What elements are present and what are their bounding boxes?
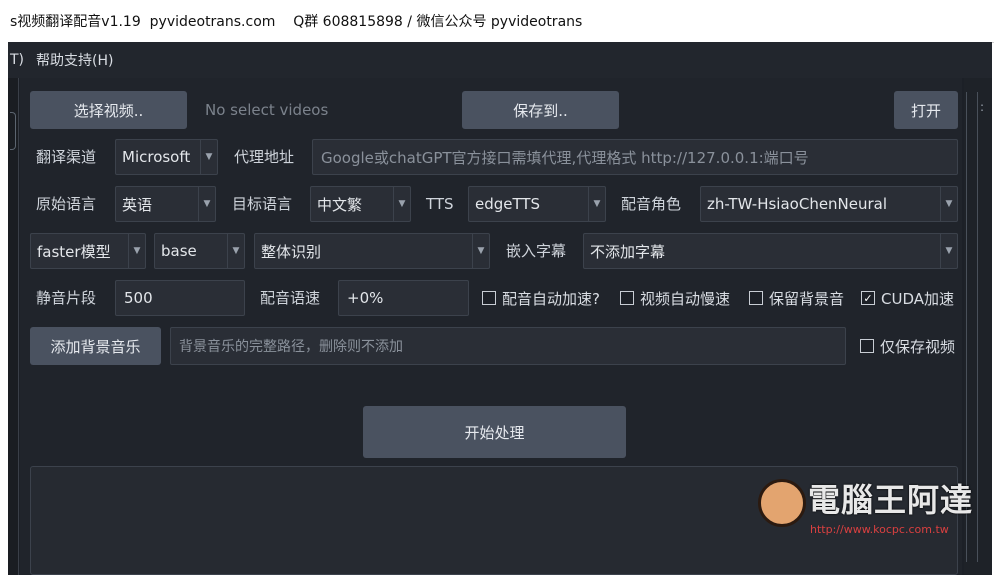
- bg-music-path-input[interactable]: 背景音乐的完整路径，删除则不添加: [170, 327, 846, 365]
- model-select[interactable]: base ▼: [154, 233, 245, 269]
- menu-bar: T) 帮助支持(H): [8, 42, 992, 78]
- chevron-down-icon: ▼: [128, 234, 145, 268]
- translate-channel-select[interactable]: Microsoft ▼: [115, 139, 218, 175]
- target-language-label: 目标语言: [232, 195, 293, 213]
- chevron-down-icon: ▼: [940, 187, 957, 221]
- recognition-mode-value: 整体识别: [261, 242, 322, 261]
- proxy-label: 代理地址: [234, 148, 295, 166]
- app-window: s视频翻译配音v1.19 pyvideotrans.com Q群 6088158…: [8, 0, 994, 583]
- checkbox-box[interactable]: [749, 291, 763, 305]
- keep-bg-label: 保留背景音: [769, 289, 845, 308]
- only-save-video-checkbox[interactable]: 仅保存视频: [860, 328, 955, 364]
- watermark-url: http://www.kocpc.com.tw: [810, 523, 949, 536]
- left-panel-tab[interactable]: [10, 112, 16, 150]
- window-title: s视频翻译配音v1.19 pyvideotrans.com Q群 6088158…: [10, 14, 583, 30]
- model-type-select[interactable]: faster模型 ▼: [30, 233, 146, 269]
- menu-item-help[interactable]: 帮助支持(H): [34, 50, 113, 70]
- source-language-value: 英语: [122, 195, 153, 214]
- voice-role-value: zh-TW-HsiaoChenNeural: [707, 195, 888, 213]
- auto-speedup-label: 配音自动加速?: [502, 289, 600, 308]
- start-processing-button[interactable]: 开始处理: [363, 406, 626, 458]
- silence-label: 静音片段: [36, 289, 97, 307]
- menu-item-partial[interactable]: T): [8, 52, 24, 68]
- watermark-title: 電腦王阿達: [808, 481, 974, 519]
- recognition-mode-select[interactable]: 整体识别 ▼: [254, 233, 490, 269]
- chevron-down-icon: ▼: [198, 187, 215, 221]
- voice-rate-label: 配音语速: [260, 289, 321, 307]
- window-title-bar: s视频翻译配音v1.19 pyvideotrans.com Q群 6088158…: [8, 0, 994, 43]
- mascot-face-icon: [758, 479, 806, 527]
- chevron-down-icon: ▼: [227, 234, 244, 268]
- checkbox-box[interactable]: [860, 339, 874, 353]
- source-language-select[interactable]: 英语 ▼: [115, 186, 216, 222]
- save-to-button[interactable]: 保存到..: [462, 91, 619, 129]
- cuda-checkbox[interactable]: ✓ CUDA加速: [861, 280, 954, 316]
- checkmark-icon[interactable]: ✓: [861, 291, 875, 305]
- model-value: base: [161, 242, 197, 260]
- left-collapsed-panel: [8, 78, 19, 575]
- chevron-down-icon: ▼: [588, 187, 605, 221]
- no-video-status: No select videos: [205, 101, 329, 119]
- embed-subtitle-select[interactable]: 不添加字幕 ▼: [583, 233, 958, 269]
- chevron-down-icon: ▼: [940, 234, 957, 268]
- watermark-logo: 電腦王阿達 http://www.kocpc.com.tw: [748, 475, 988, 547]
- target-language-select[interactable]: 中文繁 ▼: [310, 186, 411, 222]
- auto-speedup-checkbox[interactable]: 配音自动加速?: [482, 280, 600, 316]
- panel-edge-glyph: :: [980, 100, 985, 114]
- translate-channel-label: 翻译渠道: [36, 148, 97, 166]
- translate-channel-value: Microsoft: [122, 148, 191, 166]
- proxy-input[interactable]: Google或chatGPT官方接口需填代理,代理格式 http://127.0…: [312, 139, 958, 175]
- embed-subtitle-value: 不添加字幕: [590, 242, 666, 261]
- model-type-value: faster模型: [37, 242, 111, 261]
- embed-subtitle-label: 嵌入字幕: [506, 242, 567, 260]
- chevron-down-icon: ▼: [393, 187, 410, 221]
- silence-input[interactable]: 500: [115, 280, 245, 316]
- checkbox-box[interactable]: [620, 291, 634, 305]
- source-language-label: 原始语言: [36, 195, 97, 213]
- checkbox-box[interactable]: [482, 291, 496, 305]
- chevron-down-icon: ▼: [200, 140, 217, 174]
- tts-select[interactable]: edgeTTS ▼: [468, 186, 606, 222]
- select-video-button[interactable]: 选择视频..: [30, 91, 187, 129]
- voice-role-select[interactable]: zh-TW-HsiaoChenNeural ▼: [700, 186, 958, 222]
- tts-label: TTS: [426, 195, 454, 213]
- only-save-video-label: 仅保存视频: [880, 337, 956, 356]
- tts-value: edgeTTS: [475, 195, 541, 213]
- open-button[interactable]: 打开: [894, 91, 958, 129]
- cuda-label: CUDA加速: [881, 289, 955, 308]
- voice-rate-input[interactable]: +0%: [338, 280, 469, 316]
- video-autoslow-checkbox[interactable]: 视频自动慢速: [620, 280, 730, 316]
- keep-bg-checkbox[interactable]: 保留背景音: [749, 280, 844, 316]
- chevron-down-icon: ▼: [472, 234, 489, 268]
- target-language-value: 中文繁: [317, 195, 363, 214]
- voice-role-label: 配音角色: [621, 195, 682, 213]
- add-bg-music-button[interactable]: 添加背景音乐: [30, 327, 161, 365]
- video-autoslow-label: 视频自动慢速: [640, 289, 731, 308]
